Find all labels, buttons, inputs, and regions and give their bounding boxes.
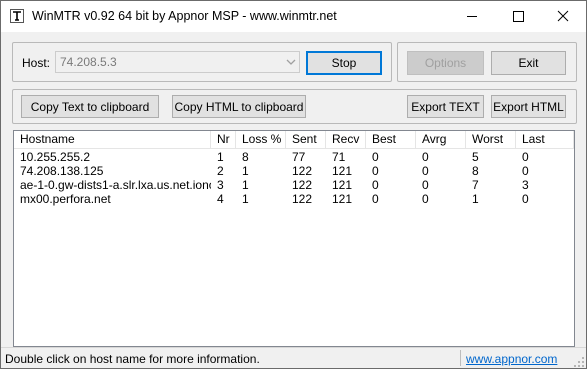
- cell-recv: 121: [332, 178, 353, 192]
- cell-avrg: 0: [422, 192, 429, 206]
- trace-table[interactable]: Hostname Nr Loss % Sent Recv Best Avrg W…: [13, 130, 575, 347]
- column-header-last[interactable]: Last: [516, 131, 574, 148]
- resize-grip-icon[interactable]: [574, 357, 584, 367]
- cell-last: 0: [522, 150, 529, 164]
- cell-sent: 122: [292, 192, 313, 206]
- cell-best: 0: [372, 164, 379, 178]
- cell-best: 0: [372, 178, 379, 192]
- options-button[interactable]: Options: [407, 51, 484, 75]
- stop-button[interactable]: Stop: [306, 51, 382, 75]
- exit-button[interactable]: Exit: [491, 51, 566, 75]
- cell-avrg: 0: [422, 178, 429, 192]
- column-header-avrg[interactable]: Avrg: [416, 131, 466, 148]
- cell-nr: 2: [217, 164, 224, 178]
- export-html-button[interactable]: Export HTML: [491, 95, 566, 118]
- cell-avrg: 0: [422, 164, 429, 178]
- status-link-pane: www.appnor.com: [460, 350, 567, 366]
- status-message: Double click on host name for more infor…: [5, 352, 260, 366]
- minimize-icon: [467, 16, 477, 17]
- cell-nr: 4: [217, 192, 224, 206]
- cell-sent: 122: [292, 164, 313, 178]
- window-title: WinMTR v0.92 64 bit by Appnor MSP - www.…: [32, 9, 337, 23]
- chevron-down-icon: [286, 59, 296, 65]
- export-text-button[interactable]: Export TEXT: [407, 95, 484, 118]
- cell-last: 0: [522, 164, 529, 178]
- cell-loss: 1: [242, 164, 249, 178]
- winmtr-window: WinMTR v0.92 64 bit by Appnor MSP - www.…: [0, 0, 587, 369]
- cell-loss: 8: [242, 150, 249, 164]
- cell-worst: 5: [472, 150, 479, 164]
- cell-recv: 71: [332, 150, 346, 164]
- minimize-button[interactable]: [449, 1, 495, 32]
- cell-avrg: 0: [422, 150, 429, 164]
- copy-html-button[interactable]: Copy HTML to clipboard: [172, 95, 306, 118]
- cell-worst: 8: [472, 164, 479, 178]
- cell-worst: 7: [472, 178, 479, 192]
- table-row[interactable]: 10.255.255.2 1 8 77 71 0 0 5 0: [14, 150, 574, 164]
- maximize-icon: [513, 11, 524, 22]
- close-icon: [557, 10, 569, 22]
- cell-nr: 3: [217, 178, 224, 192]
- table-row[interactable]: mx00.perfora.net 4 1 122 121 0 0 1 0: [14, 192, 574, 206]
- column-header-hostname[interactable]: Hostname: [14, 131, 211, 148]
- cell-best: 0: [372, 150, 379, 164]
- column-header-recv[interactable]: Recv: [326, 131, 366, 148]
- cell-recv: 121: [332, 164, 353, 178]
- cell-worst: 1: [472, 192, 479, 206]
- column-header-nr[interactable]: Nr: [211, 131, 236, 148]
- cell-hostname: mx00.perfora.net: [20, 192, 111, 206]
- cell-hostname: ae-1-0.gw-dists1-a.slr.lxa.us.net.ionos.…: [20, 178, 211, 192]
- maximize-button[interactable]: [495, 1, 541, 32]
- host-value: 74.208.5.3: [60, 55, 117, 69]
- table-row[interactable]: ae-1-0.gw-dists1-a.slr.lxa.us.net.ionos.…: [14, 178, 574, 192]
- appnor-link[interactable]: www.appnor.com: [466, 352, 557, 366]
- status-bar: Double click on host name for more infor…: [1, 347, 586, 369]
- column-header-sent[interactable]: Sent: [286, 131, 326, 148]
- cell-hostname: 74.208.138.125: [20, 164, 104, 178]
- column-header-best[interactable]: Best: [366, 131, 416, 148]
- cell-nr: 1: [217, 150, 224, 164]
- cell-last: 3: [522, 178, 529, 192]
- table-header: Hostname Nr Loss % Sent Recv Best Avrg W…: [14, 131, 574, 149]
- app-icon: [10, 9, 24, 23]
- cell-recv: 121: [332, 192, 353, 206]
- cell-loss: 1: [242, 178, 249, 192]
- cell-hostname: 10.255.255.2: [20, 150, 91, 164]
- cell-sent: 77: [292, 150, 306, 164]
- title-bar[interactable]: WinMTR v0.92 64 bit by Appnor MSP - www.…: [1, 1, 586, 32]
- copy-text-button[interactable]: Copy Text to clipboard: [21, 95, 159, 118]
- cell-best: 0: [372, 192, 379, 206]
- host-label: Host:: [22, 56, 51, 70]
- cell-sent: 122: [292, 178, 313, 192]
- column-header-loss[interactable]: Loss %: [236, 131, 286, 148]
- column-header-worst[interactable]: Worst: [466, 131, 516, 148]
- cell-last: 0: [522, 192, 529, 206]
- host-combobox[interactable]: 74.208.5.3: [55, 51, 300, 73]
- close-button[interactable]: [540, 1, 586, 32]
- cell-loss: 1: [242, 192, 249, 206]
- table-row[interactable]: 74.208.138.125 2 1 122 121 0 0 8 0: [14, 164, 574, 178]
